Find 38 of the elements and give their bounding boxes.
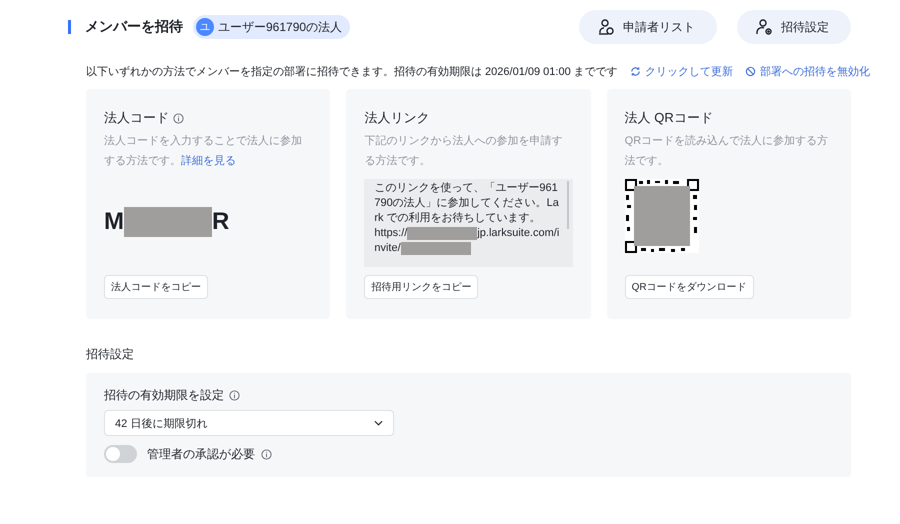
prohibited-icon xyxy=(744,66,756,77)
applicant-list-button[interactable]: 申請者リスト xyxy=(579,10,717,44)
card-title: 法人コード xyxy=(104,109,169,127)
code-text: R xyxy=(212,208,230,236)
accent-bar xyxy=(68,20,71,34)
card-description: QRコードを読み込んで法人に参加する方法です。 xyxy=(624,134,830,169)
expiry-dropdown[interactable]: 42 日後に期限切れ xyxy=(104,410,394,436)
card-description: 下記のリンクから法人への参加を申請する方法です。 xyxy=(364,134,564,169)
redaction-block xyxy=(407,226,478,240)
info-icon xyxy=(229,390,240,401)
download-button[interactable]: QRコードをダウンロード xyxy=(624,275,754,299)
card-title: 法人リンク xyxy=(364,109,430,127)
invite-settings-button[interactable]: 招待設定 xyxy=(737,10,851,44)
code-text: M xyxy=(104,208,124,236)
person-gear-icon xyxy=(755,18,773,36)
disable-invite-link[interactable]: 部署への招待を無効化 xyxy=(744,64,870,79)
card-title: 法人 QRコード xyxy=(624,109,713,127)
copy-button[interactable]: 招待用リンクをコピー xyxy=(364,275,478,299)
avatar-circle: ユ xyxy=(196,18,214,36)
notice-text: 以下いずれかの方法でメンバーを指定の部署に招待できます。招待の有効期限は 2026/01/09 01:00 までです xyxy=(86,64,618,79)
details-link[interactable]: 詳細を見る xyxy=(181,155,236,167)
refresh-link[interactable]: クリックして更新 xyxy=(630,64,733,79)
section-title: 招待設定 xyxy=(86,346,135,363)
info-icon xyxy=(173,112,184,124)
refresh-icon xyxy=(630,66,641,77)
redaction-block xyxy=(400,242,471,255)
organization-name: ユーザー961790の法人 xyxy=(218,18,342,36)
card-description: 法人コードを入力することで法人に参加する方法です。詳細を見る xyxy=(104,134,303,169)
invite-message: このリンクを使って、「ユーザー961790の法人」に参加してください。Lark での利用をお待ちしています。 https:// jp.larksuite.com/invite/ xyxy=(374,181,560,256)
field-label: 招待の有効期限を設定 xyxy=(104,387,224,404)
scrollbar xyxy=(566,181,569,229)
info-icon xyxy=(261,448,272,460)
person-stamp-icon xyxy=(597,18,615,36)
approval-toggle[interactable] xyxy=(104,445,137,463)
chevron-down-icon xyxy=(374,420,383,426)
toggle-label: 管理者の承認が必要 xyxy=(147,446,255,462)
copy-button[interactable]: 法人コードをコピー xyxy=(104,275,208,299)
page-title: メンバーを招待 xyxy=(85,18,183,36)
